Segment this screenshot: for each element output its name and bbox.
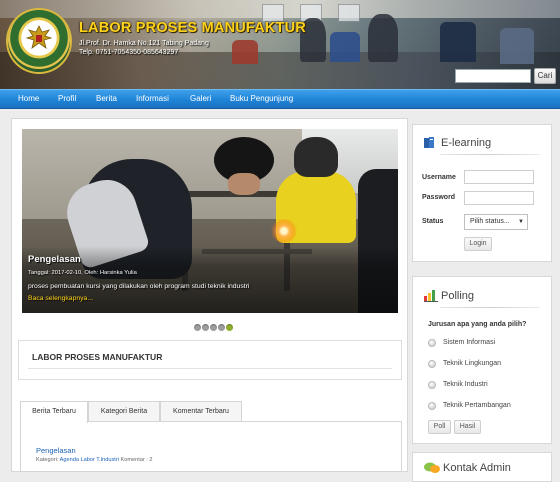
site-phone: Telp. 0751-7054350-085643297 xyxy=(79,49,179,56)
tab-komentar-terbaru[interactable]: Komentar Terbaru xyxy=(160,401,242,422)
tab-berita-terbaru[interactable]: Berita Terbaru xyxy=(20,401,88,423)
password-field[interactable] xyxy=(464,191,534,205)
slide-description: proses pembuatan kursi yang dilakukan ol… xyxy=(28,283,250,290)
latest-post-meta: Kategori: Agenda Labor T.Industri Koment… xyxy=(36,457,153,463)
slide-photo-spark xyxy=(270,219,298,243)
slide-read-more-link[interactable]: Baca selengkapnya... xyxy=(28,295,93,302)
chat-bubbles-icon xyxy=(424,462,440,473)
elearning-title: E-learning xyxy=(441,137,492,149)
polling-title-rule xyxy=(440,307,540,308)
header-photo-person xyxy=(440,22,476,62)
status-label: Status xyxy=(422,218,444,225)
poll-question: Jurusan apa yang anda pilih? xyxy=(428,321,527,328)
password-label: Password xyxy=(422,194,456,201)
nav-profil[interactable]: Profil xyxy=(58,94,76,103)
caret-down-icon: ▼ xyxy=(518,219,524,225)
slide-title[interactable]: Pengelasan xyxy=(28,254,81,265)
status-select-value: Pilih status... xyxy=(470,218,510,225)
header-photo-person xyxy=(232,40,258,64)
nav-informasi[interactable]: Informasi xyxy=(136,94,169,103)
poll-option-label: Teknik Lingkungan xyxy=(443,360,501,367)
nav-home[interactable]: Home xyxy=(18,94,39,103)
poll-button[interactable]: Poll xyxy=(428,420,451,434)
post-comment-count[interactable]: Komentar : 2 xyxy=(121,457,153,463)
login-button[interactable]: Login xyxy=(464,237,492,251)
slide-photo-person xyxy=(228,173,260,195)
institution-logo[interactable] xyxy=(8,10,70,72)
post-category-link[interactable]: Agenda Labor T.Industri xyxy=(60,457,119,463)
contact-title: Kontak Admin xyxy=(443,462,511,474)
section-divider xyxy=(28,368,392,369)
book-icon xyxy=(424,137,434,148)
tab-panel xyxy=(20,421,402,472)
garuda-emblem-icon xyxy=(25,25,53,49)
tab-kategori-berita[interactable]: Kategori Berita xyxy=(88,401,160,422)
header-photo-person xyxy=(500,28,534,64)
status-select[interactable]: Pilih status... ▼ xyxy=(464,214,528,230)
slide-dot-1[interactable] xyxy=(194,324,201,331)
poll-result-button[interactable]: Hasil xyxy=(454,420,481,434)
slide-photo-person xyxy=(294,137,338,177)
slide-dot-2[interactable] xyxy=(202,324,209,331)
slide-dot-3[interactable] xyxy=(210,324,217,331)
section-title: LABOR PROSES MANUFAKTUR xyxy=(32,352,163,362)
polling-title: Polling xyxy=(441,290,475,302)
header-photo-person xyxy=(368,14,398,62)
search-input[interactable] xyxy=(455,69,531,83)
poll-option-label: Teknik Pertambangan xyxy=(443,402,511,409)
elearning-title-rule xyxy=(440,154,540,155)
poll-option-radio[interactable] xyxy=(428,381,436,389)
site-title: LABOR PROSES MANUFAKTUR xyxy=(79,20,306,36)
main-nav: Home Profil Berita Informasi Galeri Buku… xyxy=(0,89,560,109)
search-button[interactable]: Cari xyxy=(534,68,556,84)
poll-option-label: Teknik Industri xyxy=(443,381,488,388)
header-photo-person xyxy=(330,32,360,62)
nav-buku-pengunjung[interactable]: Buku Pengunjung xyxy=(230,94,293,103)
poll-option-radio[interactable] xyxy=(428,360,436,368)
latest-post-title[interactable]: Pengelasan xyxy=(36,446,76,455)
nav-galeri[interactable]: Galeri xyxy=(190,94,211,103)
slide-meta: Tanggal: 2017-02-10, Oleh: Harsinka Yuli… xyxy=(28,270,137,276)
site-address: Jl.Prof. Dr. Hamka No.121 Tabing Padang xyxy=(79,40,209,47)
bar-chart-icon xyxy=(424,290,438,302)
post-meta-prefix: Kategori: xyxy=(36,457,59,463)
nav-berita[interactable]: Berita xyxy=(96,94,117,103)
header-photo-window xyxy=(338,4,360,22)
slide-dot-5[interactable] xyxy=(226,324,233,331)
poll-option-label: Sistem Informasi xyxy=(443,339,496,346)
site-header: LABOR PROSES MANUFAKTUR Jl.Prof. Dr. Ham… xyxy=(0,0,560,89)
username-label: Username xyxy=(422,174,456,181)
poll-option-radio[interactable] xyxy=(428,339,436,347)
slide-dot-4[interactable] xyxy=(218,324,225,331)
poll-option-radio[interactable] xyxy=(428,402,436,410)
username-field[interactable] xyxy=(464,170,534,184)
